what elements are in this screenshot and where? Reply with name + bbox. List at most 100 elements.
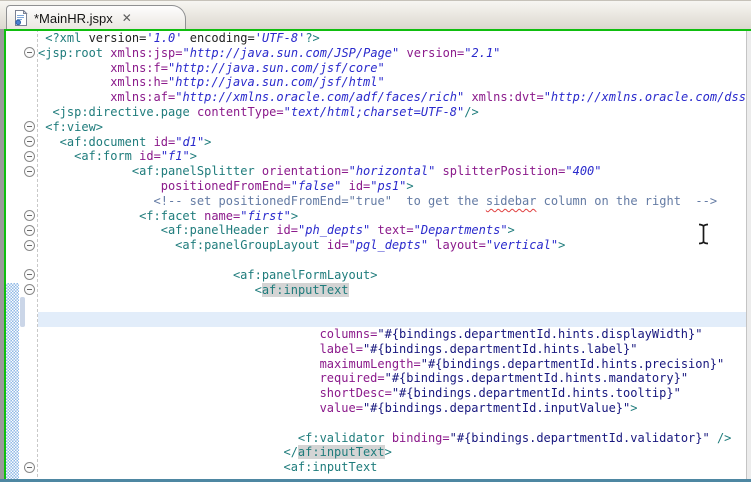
code-token: 'UTF-8' bbox=[254, 31, 306, 45]
collapse-minus-icon[interactable] bbox=[24, 269, 35, 281]
code-token: <jsp:root bbox=[38, 45, 111, 60]
collapse-minus-icon[interactable] bbox=[24, 136, 35, 148]
code-token: "http://java.sun.com/JSP/Page" bbox=[182, 45, 400, 60]
code-token: xmlns:h= bbox=[110, 75, 168, 90]
gutter-unchanged-region bbox=[6, 31, 19, 283]
code-token: "Departments" bbox=[413, 223, 508, 238]
code-line[interactable]: <af:form id="f1"> bbox=[38, 149, 746, 164]
editor-tab-mainhr[interactable]: *MainHR.jspx ✕ bbox=[6, 5, 186, 30]
code-token: "#{bindings.departmentId.hints.label}" bbox=[362, 341, 638, 356]
code-token: shortDesc= bbox=[319, 386, 392, 401]
code-line[interactable]: xmlns:af="http://xmlns.oracle.com/adf/fa… bbox=[38, 90, 746, 105]
code-token: </ bbox=[283, 445, 298, 460]
collapse-minus-icon[interactable] bbox=[24, 150, 35, 162]
code-token: < bbox=[254, 282, 262, 297]
code-token: xmlns:f= bbox=[110, 60, 168, 75]
code-token: <!-- set positionedFromEnd="true" to get… bbox=[153, 193, 486, 208]
code-token: version= bbox=[88, 31, 147, 45]
code-token: id= bbox=[153, 134, 176, 149]
code-line[interactable]: <!-- set positionedFromEnd="true" to get… bbox=[38, 194, 746, 209]
code-token: orientation= bbox=[261, 164, 349, 179]
code-token: <f:validator bbox=[297, 430, 392, 445]
code-token: af:inputText bbox=[261, 282, 349, 297]
collapse-minus-icon[interactable] bbox=[24, 224, 35, 236]
code-token: xmlns:jsp= bbox=[110, 45, 183, 60]
close-icon[interactable]: ✕ bbox=[122, 12, 132, 24]
code-line[interactable]: positionedFromEnd="false" id="ps1"> bbox=[38, 179, 746, 194]
collapse-minus-icon[interactable] bbox=[24, 165, 35, 177]
code-token: "ps1" bbox=[370, 178, 407, 193]
code-token: <f:facet bbox=[139, 208, 205, 223]
code-token: "http://xmlns.oracle.com/dss/adf bbox=[543, 90, 746, 105]
code-token: id= bbox=[139, 149, 161, 164]
code-line[interactable]: <af:panelGroupLayout id="pgl_depts" layo… bbox=[38, 238, 746, 253]
code-token: "2.1" bbox=[464, 45, 501, 60]
code-line[interactable]: maximumLength="#{bindings.departmentId.h… bbox=[38, 357, 746, 372]
code-token: '1.0' bbox=[146, 31, 183, 45]
code-token: "horizontal" bbox=[348, 164, 436, 179]
code-token: "vertical" bbox=[485, 238, 559, 253]
collapse-minus-icon[interactable] bbox=[24, 284, 35, 296]
code-line[interactable]: <af:inputText bbox=[38, 460, 746, 475]
code-token: /> bbox=[464, 104, 479, 119]
code-token: > bbox=[630, 400, 638, 415]
code-area[interactable]: <?xml version='1.0' encoding='UTF-8'?> <j… bbox=[38, 31, 746, 482]
code-token: <f:view> bbox=[45, 119, 104, 134]
code-token: /> bbox=[716, 430, 732, 445]
code-line[interactable]: <f:validator binding="#{bindings.departm… bbox=[38, 431, 746, 446]
code-line[interactable]: <af:panelFormLayout> bbox=[38, 268, 746, 283]
code-token: positionedFromEnd= bbox=[160, 178, 291, 193]
code-line[interactable]: xmlns:f="http://java.sun.com/jsf/core" bbox=[38, 61, 746, 76]
code-token: "text/html;charset=UTF-8" bbox=[283, 104, 465, 119]
fold-ruler[interactable] bbox=[19, 29, 38, 482]
code-line[interactable]: <af:panelHeader id="ph_depts" text="Depa… bbox=[38, 223, 746, 238]
code-token: <af:panelFormLayout> bbox=[232, 267, 378, 282]
window-right-edge bbox=[746, 29, 751, 482]
gutter-changed-region bbox=[6, 283, 19, 482]
code-token: <af:panelHeader bbox=[160, 223, 277, 238]
code-line[interactable]: value="#{bindings.departmentId.inputValu… bbox=[38, 401, 746, 416]
code-line[interactable]: xmlns:h="http://java.sun.com/jsf/html" bbox=[38, 75, 746, 90]
code-token: required= bbox=[319, 371, 385, 386]
code-token: "pgl_depts" bbox=[348, 238, 429, 253]
code-line[interactable] bbox=[38, 312, 746, 327]
code-token: > bbox=[558, 238, 566, 253]
collapse-minus-icon[interactable] bbox=[24, 239, 35, 251]
code-token: "false" bbox=[290, 178, 342, 193]
code-line[interactable]: <f:facet name="first"> bbox=[38, 209, 746, 224]
collapse-minus-icon[interactable] bbox=[24, 461, 35, 473]
code-line[interactable]: label="#{bindings.departmentId.hints.lab… bbox=[38, 342, 746, 357]
tab-title: *MainHR.jspx bbox=[34, 10, 113, 26]
code-line[interactable] bbox=[38, 416, 746, 431]
code-token: "#{bindings.departmentId.hints.tooltip}" bbox=[391, 386, 681, 401]
code-token: > bbox=[189, 149, 197, 164]
code-line[interactable]: required="#{bindings.departmentId.hints.… bbox=[38, 371, 746, 386]
code-line[interactable]: columns="#{bindings.departmentId.hints.d… bbox=[38, 327, 746, 342]
code-token: "first" bbox=[240, 208, 291, 223]
code-token: <af:panelSplitter bbox=[131, 164, 262, 179]
code-line[interactable] bbox=[38, 253, 746, 268]
text-ibeam-cursor bbox=[698, 223, 709, 245]
code-line[interactable]: </af:inputText> bbox=[38, 445, 746, 460]
collapse-minus-icon[interactable] bbox=[24, 210, 35, 222]
code-token: "http://java.sun.com/jsf/html" bbox=[167, 75, 385, 90]
collapse-minus-icon[interactable] bbox=[24, 121, 35, 133]
code-line[interactable]: <jsp:directive.page contentType="text/ht… bbox=[38, 105, 746, 120]
code-line[interactable]: <af:document id="d1"> bbox=[38, 135, 746, 150]
collapse-minus-icon[interactable] bbox=[24, 47, 35, 59]
code-line[interactable]: <f:view> bbox=[38, 120, 746, 135]
code-token: "#{bindings.departmentId.hints.precision… bbox=[420, 356, 725, 371]
code-token: "#{bindings.departmentId.hints.displayWi… bbox=[377, 326, 703, 341]
code-line[interactable]: <?xml version='1.0' encoding='UTF-8'?> bbox=[38, 31, 746, 46]
code-line[interactable]: shortDesc="#{bindings.departmentId.hints… bbox=[38, 386, 746, 401]
code-line[interactable]: <af:inputText bbox=[38, 282, 746, 298]
code-token: "#{bindings.departmentId.inputValue}" bbox=[362, 400, 631, 415]
code-token: xmlns:af= bbox=[110, 90, 176, 105]
code-line[interactable] bbox=[38, 297, 746, 312]
code-line[interactable]: <af:panelSplitter orientation="horizonta… bbox=[38, 164, 746, 179]
code-line[interactable]: <jsp:root xmlns:jsp="http://java.sun.com… bbox=[38, 46, 746, 61]
code-token: <af:form bbox=[74, 149, 140, 164]
